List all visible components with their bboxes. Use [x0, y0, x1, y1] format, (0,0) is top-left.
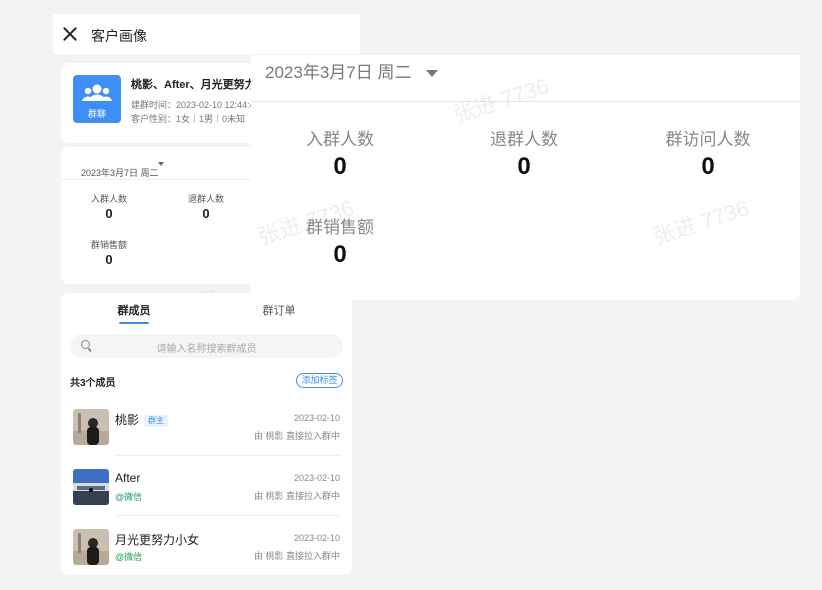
join-method: 由 桃影 直接拉入群中 [253, 551, 340, 561]
list-item[interactable]: After @微信 2023-02-10 由 桃影 直接拉入群中 [61, 455, 352, 515]
wechat-source-tag: @微信 [115, 492, 143, 502]
tab-orders[interactable]: 群订单 [239, 302, 319, 318]
join-date: 2023-02-10 [293, 413, 340, 423]
close-icon[interactable] [62, 26, 78, 42]
join-count-value: 0 [105, 206, 113, 221]
leave-count-label: 退群人数 [187, 194, 224, 204]
sales-label: 群销售额 [90, 240, 127, 250]
avatar-photo [73, 469, 109, 505]
avatar-photo [73, 409, 109, 445]
leave-count-value: 0 [202, 206, 210, 221]
top-bar: 客户画像 [53, 14, 360, 54]
join-count-label: 入群人数 [90, 194, 127, 204]
member-count: 共3个成员 [70, 378, 116, 389]
search-placeholder: 请输入名称搜索群成员 [156, 344, 257, 355]
join-date: 2023-02-10 [293, 473, 340, 483]
sales-value: 0 [333, 241, 347, 268]
sales-label: 群销售额 [306, 218, 374, 237]
group-avatar-label: 群聊 [87, 109, 106, 119]
watermark: 张进 7736 [650, 195, 752, 250]
add-tag-button[interactable]: 添加标签 [296, 373, 343, 388]
avatar [73, 469, 109, 505]
date-text: 2023年3月7日 周二 [81, 168, 159, 178]
date-selector[interactable]: 2023年3月7日 周二 [71, 155, 164, 178]
watermark: 张进 7736 [450, 73, 552, 128]
visit-count-value: 0 [701, 153, 715, 180]
members-card: 群成员 群订单 请输入名称搜索群成员 共3个成员 添加标签 桃影 群主 2023-… [61, 293, 352, 575]
join-count-value: 0 [333, 153, 347, 180]
date-selector[interactable]: 2023年3月7日 周二 [265, 58, 439, 83]
leave-count-label: 退群人数 [490, 130, 558, 149]
member-name: 月光更努力小女 [115, 533, 200, 547]
group-created-time: 建群时间：2023-02-10 12:44:4 [131, 100, 255, 110]
avatar-photo [73, 529, 109, 565]
list-item[interactable]: 月光更努力小女 @微信 2023-02-10 由 桃影 直接拉入群中 [61, 515, 352, 575]
active-tab-indicator [119, 322, 149, 324]
visit-count-label: 群访问人数 [665, 130, 751, 149]
leave-count-value: 0 [517, 153, 531, 180]
divider [251, 101, 800, 102]
page-title: 客户画像 [91, 28, 147, 44]
date-text: 2023年3月7日 周二 [265, 63, 412, 82]
member-name: 桃影 群主 [115, 411, 169, 428]
search-input[interactable]: 请输入名称搜索群成员 [70, 334, 343, 358]
member-name: After [115, 471, 141, 485]
group-avatar: 群聊 [73, 75, 121, 123]
join-date: 2023-02-10 [293, 533, 340, 543]
join-method: 由 桃影 直接拉入群中 [253, 431, 340, 441]
sales-value: 0 [105, 252, 113, 267]
enlarged-stats-panel: 2023年3月7日 周二 入群人数 0 退群人数 0 群访问人数 0 群销售额 … [251, 55, 800, 300]
group-gender-stats: 客户性别：1女｜1男｜0未知 [131, 114, 246, 124]
wechat-source-tag: @微信 [115, 552, 143, 562]
group-icon [82, 84, 112, 101]
owner-badge: 群主 [144, 414, 169, 427]
chevron-down-icon [426, 70, 439, 78]
avatar [73, 529, 109, 565]
join-count-label: 入群人数 [306, 130, 374, 149]
avatar [73, 409, 109, 445]
tab-members[interactable]: 群成员 [94, 302, 174, 318]
group-name: 桃影、After、月光更努力小 [131, 79, 267, 91]
chevron-down-icon [158, 161, 164, 166]
list-item[interactable]: 桃影 群主 2023-02-10 由 桃影 直接拉入群中 [61, 395, 352, 455]
join-method: 由 桃影 直接拉入群中 [253, 491, 340, 501]
